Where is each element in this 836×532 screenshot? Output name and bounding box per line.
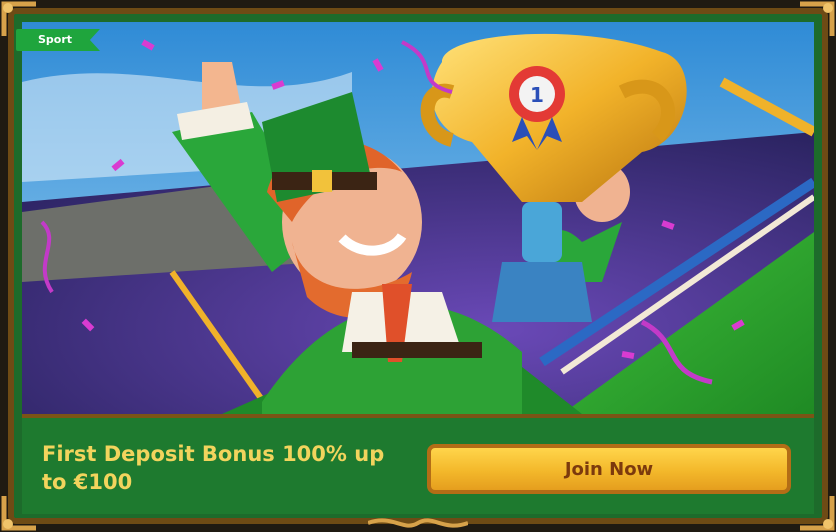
- corner-ornament-bottom-right: [796, 492, 836, 532]
- trophy-rank-label: 1: [530, 83, 544, 107]
- corner-ornament-top-left: [0, 0, 40, 40]
- join-now-button[interactable]: Join Now: [427, 444, 791, 494]
- bottom-center-ornament: [368, 514, 468, 532]
- hero-artwork-svg: 1: [22, 22, 814, 414]
- join-now-label: Join Now: [564, 458, 654, 480]
- promo-card[interactable]: 1 Sport First Deposit Bonus 100% up to €…: [0, 0, 836, 532]
- corner-ornament-bottom-left: [0, 492, 40, 532]
- hero-illustration: 1: [22, 22, 814, 414]
- category-tag-label: Sport: [38, 33, 73, 46]
- corner-ornament-top-right: [796, 0, 836, 40]
- promo-title: First Deposit Bonus 100% up to €100: [42, 442, 385, 494]
- promo-panel: First Deposit Bonus 100% up to €100 Join…: [22, 414, 814, 514]
